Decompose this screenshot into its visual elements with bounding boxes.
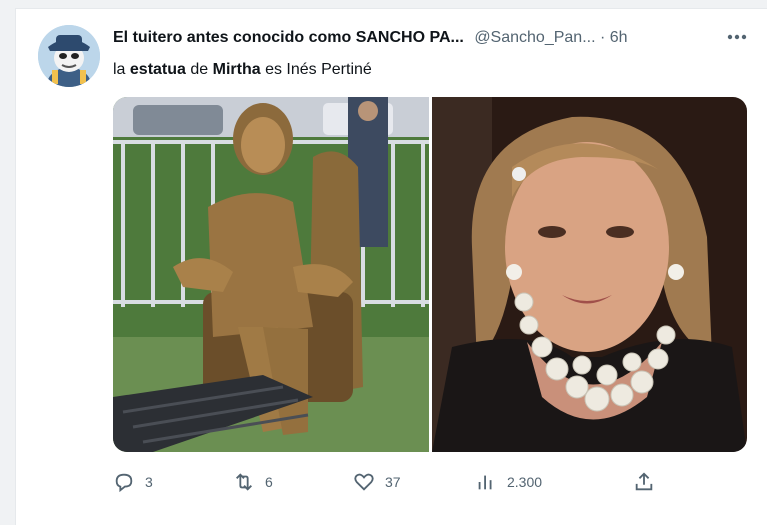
share-icon	[635, 472, 653, 491]
reply-icon	[115, 473, 133, 493]
text-segment: de	[185, 61, 213, 78]
reply-count: 3	[145, 474, 153, 490]
tweet-card[interactable]: El tuitero antes conocido como SANCHO PA…	[15, 8, 767, 525]
like-count: 37	[385, 474, 401, 490]
views-button[interactable]: 2.300	[475, 471, 542, 493]
retweet-count: 6	[265, 474, 273, 490]
text-segment: la	[113, 61, 130, 78]
tweet-media	[113, 97, 747, 452]
cartoon-avatar-icon	[38, 25, 100, 87]
retweet-icon	[236, 473, 252, 491]
text-highlight: estatua	[129, 61, 186, 78]
text-segment: es Inés Pertiné	[260, 61, 372, 78]
tweet-text: la estatua de Mirtha es Inés Pertiné	[113, 61, 372, 79]
more-options-button[interactable]	[722, 25, 752, 49]
separator-dot: ·	[599, 29, 606, 46]
tweet-actions: 3 6 37 2.300	[113, 471, 653, 497]
timestamp[interactable]: 6h	[610, 29, 628, 46]
woman-portrait-photo[interactable]	[432, 97, 747, 452]
text-highlight: Mirtha	[212, 61, 261, 78]
like-button[interactable]: 37	[353, 471, 401, 493]
retweet-button[interactable]: 6	[233, 471, 273, 493]
avatar[interactable]	[38, 25, 100, 87]
more-dots-icon	[727, 34, 747, 40]
statue-photo[interactable]	[113, 97, 429, 452]
heart-icon	[354, 473, 374, 491]
views-chart-icon	[478, 475, 492, 490]
share-button[interactable]	[633, 471, 665, 493]
display-name[interactable]: El tuitero antes conocido como SANCHO PA…	[113, 29, 464, 46]
reply-button[interactable]: 3	[113, 471, 153, 493]
views-count: 2.300	[507, 474, 543, 490]
tweet-header: El tuitero antes conocido como SANCHO PA…	[113, 29, 628, 47]
user-handle[interactable]: @Sancho_Pan...	[474, 29, 595, 46]
